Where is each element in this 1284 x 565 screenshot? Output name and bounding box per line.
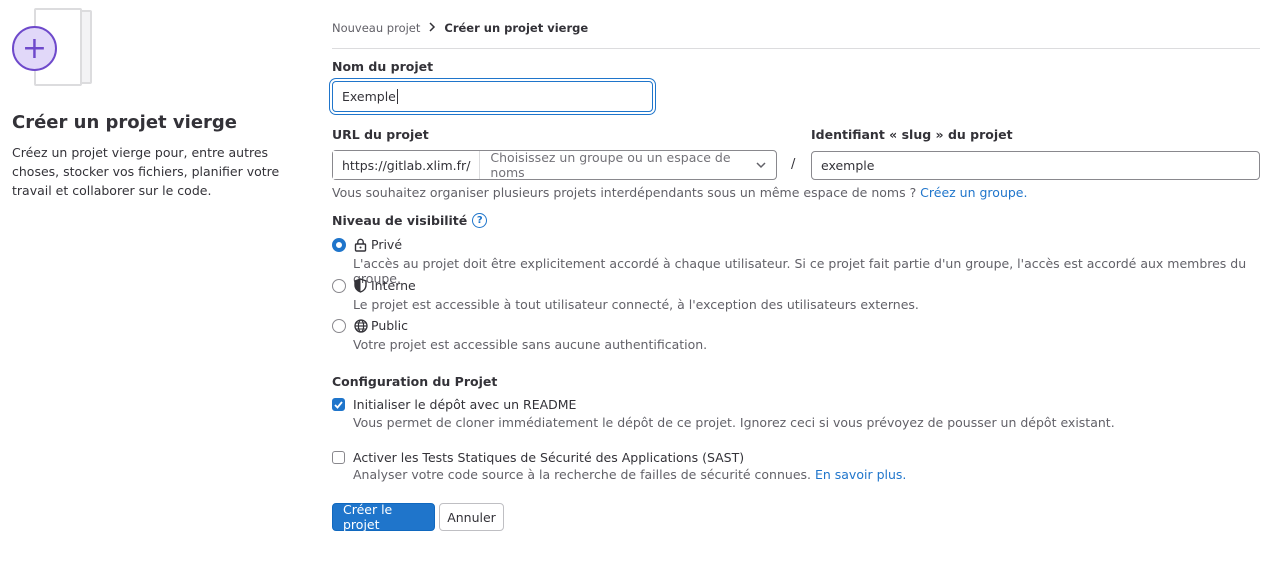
sast-checkbox[interactable] <box>332 451 345 464</box>
sast-label: Activer les Tests Statiques de Sécurité … <box>353 450 745 465</box>
radio-public[interactable] <box>332 318 346 333</box>
url-prefix: https://gitlab.xlim.fr/ <box>333 151 481 179</box>
visibility-private-description: L'accès au projet doit être explicitemen… <box>353 256 1247 286</box>
cancel-button[interactable]: Annuler <box>439 503 504 531</box>
url-separator: / <box>791 157 796 172</box>
group-help-message: Vous souhaitez organiser plusieurs proje… <box>332 185 921 200</box>
breadcrumb-new-project[interactable]: Nouveau projet <box>332 21 420 35</box>
readme-option[interactable]: Initialiser le dépôt avec un README <box>332 397 576 412</box>
globe-icon <box>353 318 368 333</box>
page-description: Créez un projet vierge pour, entre autre… <box>12 145 280 198</box>
readme-checkbox[interactable] <box>332 398 345 411</box>
visibility-option-private[interactable]: Privé <box>332 237 402 252</box>
visibility-option-internal[interactable]: Interne <box>332 278 416 293</box>
sast-option[interactable]: Activer les Tests Statiques de Sécurité … <box>332 450 744 465</box>
visibility-label-text: Niveau de visibilité <box>332 213 468 228</box>
group-help-text: Vous souhaitez organiser plusieurs proje… <box>332 185 1027 200</box>
project-name-value: Exemple <box>342 89 396 104</box>
chevron-right-icon <box>428 21 436 35</box>
plus-icon: + <box>12 26 57 71</box>
sast-description-text: Analyser votre code source à la recherch… <box>353 467 815 482</box>
project-name-label: Nom du projet <box>332 59 434 74</box>
divider <box>332 48 1260 49</box>
radio-internal[interactable] <box>332 278 346 293</box>
readme-label: Initialiser le dépôt avec un README <box>353 397 577 412</box>
namespace-select[interactable]: Choisissez un groupe ou un espace de nom… <box>480 150 776 180</box>
question-icon[interactable]: ? <box>472 213 488 228</box>
project-slug-value: exemple <box>821 158 875 173</box>
project-slug-input[interactable]: exemple <box>811 151 1260 180</box>
lock-icon <box>353 238 368 252</box>
learn-more-link[interactable]: En savoir plus. <box>815 467 906 482</box>
create-project-button[interactable]: Créer le projet <box>332 502 435 532</box>
project-url-label: URL du projet <box>332 127 429 142</box>
project-slug-label: Identifiant « slug » du projet <box>811 127 1013 142</box>
text-caret <box>396 89 398 104</box>
chevron-down-icon <box>756 158 766 172</box>
readme-description: Vous permet de cloner immédiatement le d… <box>353 415 1115 430</box>
radio-private[interactable] <box>332 237 346 252</box>
visibility-public-label: Public <box>371 318 408 333</box>
left-panel: + Créer un projet vierge Créez un projet… <box>12 8 312 200</box>
sast-description: Analyser votre code source à la recherch… <box>353 467 906 482</box>
breadcrumb-current: Créer un projet vierge <box>444 21 589 35</box>
visibility-internal-label: Interne <box>371 278 416 293</box>
visibility-label: Niveau de visibilité ? <box>332 213 488 228</box>
blank-project-illustration: + <box>12 8 94 88</box>
visibility-internal-description: Le projet est accessible à tout utilisat… <box>353 297 919 312</box>
visibility-private-label: Privé <box>371 237 403 252</box>
page-title: Créer un projet vierge <box>12 112 237 133</box>
visibility-public-description: Votre projet est accessible sans aucune … <box>353 337 708 352</box>
project-url-group: https://gitlab.xlim.fr/ Choisissez un gr… <box>332 150 777 180</box>
shield-icon <box>353 278 368 293</box>
create-group-link[interactable]: Créez un groupe. <box>920 185 1027 200</box>
project-config-label: Configuration du Projet <box>332 374 498 389</box>
namespace-placeholder: Choisissez un groupe ou un espace de nom… <box>490 150 731 180</box>
breadcrumb: Nouveau projet Créer un projet vierge <box>332 21 588 35</box>
project-name-input[interactable]: Exemple <box>332 81 653 112</box>
visibility-option-public[interactable]: Public <box>332 318 408 333</box>
